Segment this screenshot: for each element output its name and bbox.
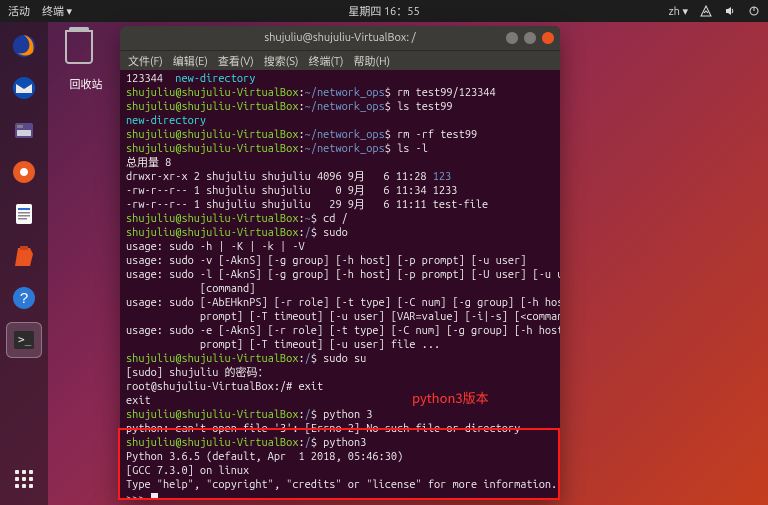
term-text: 123: [433, 171, 451, 183]
activities-button[interactable]: 活动: [8, 3, 30, 19]
annotation-text: python3版本: [412, 388, 489, 407]
term-text: root@shujuliu-VirtualBox:/# exit: [126, 381, 323, 393]
clock[interactable]: 星期四 16：55: [348, 3, 419, 19]
term-text: $ python 3: [311, 409, 373, 421]
app-menu[interactable]: 终端 ▾: [42, 3, 72, 19]
power-icon[interactable]: [748, 5, 760, 17]
term-text: usage: sudo [-AbEHknPS] [-r role] [-t ty…: [126, 297, 560, 309]
menu-edit[interactable]: 编辑(E): [173, 53, 208, 69]
svg-text:?: ?: [20, 290, 28, 307]
term-text: ~/network_ops: [305, 101, 385, 113]
term-text: $ sudo: [311, 227, 348, 239]
term-text: shujuliu@shujuliu-VirtualBox: [126, 227, 298, 239]
menu-terminal[interactable]: 终端(T): [308, 53, 343, 69]
term-text: new-directory: [126, 115, 206, 127]
term-text: shujuliu@shujuliu-VirtualBox: [126, 129, 298, 141]
window-maximize-button[interactable]: [524, 32, 536, 44]
term-text: shujuliu@shujuliu-VirtualBox: [126, 87, 298, 99]
ubuntu-dock: ? >_: [0, 22, 48, 505]
term-text: usage: sudo -l [-AknS] [-g group] [-h ho…: [126, 269, 560, 281]
term-text: shujuliu@shujuliu-VirtualBox: [126, 409, 298, 421]
term-text: prompt] [-T timeout] [-u user] [VAR=valu…: [126, 311, 560, 323]
window-close-button[interactable]: [542, 32, 554, 44]
show-applications-button[interactable]: [6, 461, 42, 497]
term-text: usage: sudo -h | -K | -k | -V: [126, 241, 305, 253]
term-text: new-directory: [175, 73, 255, 85]
window-title: shujuliu@shujuliu-VirtualBox: /: [264, 32, 415, 44]
dock-software[interactable]: [6, 238, 42, 274]
term-text: $ ls -l: [385, 143, 428, 155]
desktop-trash[interactable]: 回收站: [58, 30, 114, 92]
terminal-menubar: 文件(F) 编辑(E) 查看(V) 搜索(S) 终端(T) 帮助(H): [120, 50, 560, 70]
term-text: [sudo] shujuliu 的密码：: [126, 367, 269, 379]
dock-firefox[interactable]: [6, 28, 42, 64]
menu-search[interactable]: 搜索(S): [264, 53, 299, 69]
trash-icon: [65, 30, 93, 64]
gnome-top-bar: 活动 终端 ▾ 星期四 16：55 zh ▾: [0, 0, 768, 22]
svg-text:>_: >_: [18, 333, 32, 346]
dock-writer[interactable]: [6, 196, 42, 232]
term-text: usage: sudo -v [-AknS] [-g group] [-h ho…: [126, 255, 526, 267]
term-text: $ rm -rf test99: [385, 129, 477, 141]
network-icon[interactable]: [700, 5, 712, 17]
sound-icon[interactable]: [724, 5, 736, 17]
term-text: 总用量 8: [126, 157, 171, 169]
term-text: shujuliu@shujuliu-VirtualBox: [126, 213, 298, 225]
term-text: ~/network_ops: [305, 143, 385, 155]
window-minimize-button[interactable]: [506, 32, 518, 44]
menu-help[interactable]: 帮助(H): [354, 53, 391, 69]
menu-view[interactable]: 查看(V): [218, 53, 254, 69]
menu-file[interactable]: 文件(F): [128, 53, 163, 69]
term-text: 123344: [126, 73, 175, 85]
dock-help[interactable]: ?: [6, 280, 42, 316]
term-text: prompt] [-T timeout] [-u user] file ...: [126, 339, 440, 351]
term-text: ~/network_ops: [305, 87, 385, 99]
term-text: exit: [126, 395, 151, 407]
dock-rhythmbox[interactable]: [6, 154, 42, 190]
window-titlebar[interactable]: shujuliu@shujuliu-VirtualBox: /: [120, 26, 560, 50]
term-text: -rw-r--r-- 1 shujuliu shujuliu 0 9月 6 11…: [126, 185, 457, 197]
term-text: shujuliu@shujuliu-VirtualBox: [126, 143, 298, 155]
term-text: $ sudo su: [311, 353, 366, 365]
annotation-box: [118, 428, 560, 500]
term-text: [command]: [126, 283, 255, 295]
term-text: ~/network_ops: [305, 129, 385, 141]
dock-terminal[interactable]: >_: [6, 322, 42, 358]
term-text: usage: sudo -e [-AknS] [-r role] [-t typ…: [126, 325, 560, 337]
input-source-indicator[interactable]: zh ▾: [669, 5, 688, 18]
term-text: $ ls test99: [385, 101, 453, 113]
term-text: $ rm test99/123344: [385, 87, 496, 99]
term-text: -rw-r--r-- 1 shujuliu shujuliu 29 9月 6 1…: [126, 199, 488, 211]
dock-files[interactable]: [6, 112, 42, 148]
term-text: drwxr-xr-x 2 shujuliu shujuliu 4096 9月 6…: [126, 171, 433, 183]
term-text: shujuliu@shujuliu-VirtualBox: [126, 353, 298, 365]
term-text: $ cd /: [311, 213, 348, 225]
desktop-trash-label: 回收站: [70, 79, 103, 91]
term-text: shujuliu@shujuliu-VirtualBox: [126, 101, 298, 113]
dock-thunderbird[interactable]: [6, 70, 42, 106]
